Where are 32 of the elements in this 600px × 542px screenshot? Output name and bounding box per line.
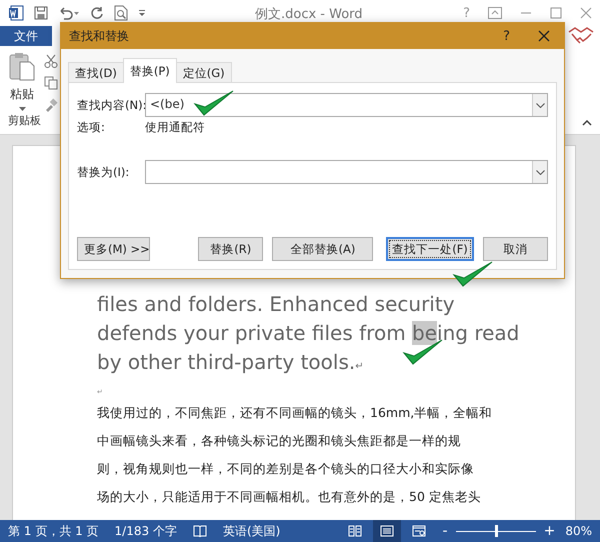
dialog-tab[interactable]: 查找(D): [68, 62, 124, 83]
paragraph-line: 我使用过的，不同焦距，还有不同画幅的镜头，16mm,半幅，全幅和: [97, 404, 492, 422]
zoom-out-button[interactable]: -: [442, 523, 448, 539]
group-label: 剪贴板: [8, 113, 41, 128]
paragraph-line: 中画幅镜头来看，各种镜头标记的光圈和镜头焦距都是一样的规: [97, 432, 461, 450]
field-label: 替换为(I):: [77, 164, 130, 180]
dialog-tab[interactable]: 替换(P): [122, 58, 177, 83]
dialog-button[interactable]: 更多(M) >>: [77, 237, 150, 261]
options-value: 使用通配符: [145, 120, 205, 135]
dialog-title: 查找和替换: [69, 28, 130, 44]
options-label: 选项:: [77, 120, 106, 135]
dialog-button[interactable]: 查找下一处(F): [386, 237, 474, 261]
page-count[interactable]: 第 1 页，共 1 页: [8, 522, 99, 540]
dialog-button[interactable]: 全部替换(A): [272, 237, 374, 261]
file-tab[interactable]: 文件: [0, 26, 52, 46]
find-field[interactable]: <(be): [145, 93, 548, 117]
zoom-level[interactable]: 80%: [565, 524, 592, 538]
language-label[interactable]: 英语(美国): [222, 522, 280, 540]
paragraph-line: 则，视角规则也一样，不同的差别是各个镜头的口径大小和实际像: [97, 460, 474, 478]
window-title: 例文.docx - Word: [255, 6, 363, 23]
dialog-tab[interactable]: 定位(G): [176, 62, 232, 83]
help-button[interactable]: ?: [503, 28, 510, 44]
paragraph-line: 场的大小，只能适用于不同画幅相机。也有意外的是，50 定焦老头: [97, 488, 481, 506]
paragraph-line: defends your private files from being read: [97, 320, 520, 347]
paragraph-line: files and folders. Enhanced security: [97, 291, 455, 318]
word-count[interactable]: 1/183 个字: [114, 522, 177, 540]
dialog-button[interactable]: 取消: [482, 237, 548, 261]
paste-label[interactable]: 粘贴: [10, 86, 34, 103]
dialog-button[interactable]: 替换(R): [198, 237, 264, 261]
zoom-in-button[interactable]: +: [544, 523, 556, 539]
field-label: 查找内容(N):: [77, 98, 145, 112]
paragraph-line: by other third-party tools.↵: [97, 349, 364, 376]
